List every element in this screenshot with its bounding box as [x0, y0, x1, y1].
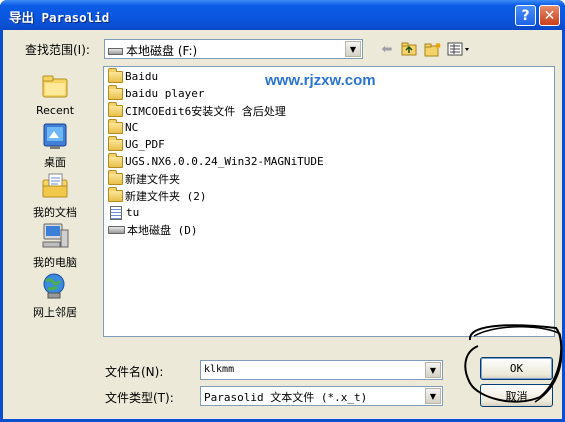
- title-bar[interactable]: 导出 Parasolid ? ✕: [0, 0, 565, 30]
- folder-icon: [108, 101, 123, 117]
- drive-icon: [108, 225, 125, 234]
- file-name: 新建文件夹: [125, 172, 180, 186]
- close-icon: ✕: [543, 7, 556, 24]
- up-folder-icon[interactable]: [399, 40, 419, 58]
- document-icon: [110, 205, 122, 220]
- place-network[interactable]: 网上邻居: [25, 272, 85, 320]
- file-name: tu: [126, 206, 140, 219]
- close-button[interactable]: ✕: [539, 5, 560, 26]
- lookin-value-row: 本地磁盘 (F:): [108, 42, 197, 59]
- place-my-documents[interactable]: 我的文档: [25, 172, 85, 220]
- dialog-body: 查找范围(I): 本地磁盘 (F:) ▼ ⬅ Recent 桌面 我的文档 我的…: [3, 30, 562, 419]
- filetype-label: 文件类型(T):: [105, 391, 174, 405]
- my-documents-icon: [40, 172, 70, 200]
- file-name: baidu player: [125, 87, 205, 100]
- folder-icon: [108, 152, 123, 168]
- place-label-desktop: 桌面: [44, 156, 66, 169]
- file-name: 新建文件夹 (2): [125, 189, 207, 203]
- place-desktop[interactable]: 桌面: [25, 122, 85, 170]
- file-name: Baidu: [125, 70, 159, 83]
- drive-icon: [108, 48, 123, 55]
- file-name: CIMCOEdit6安装文件 含后处理: [125, 104, 286, 118]
- window-title: 导出 Parasolid: [9, 10, 110, 25]
- filetype-dropdown[interactable]: Parasolid 文本文件 (*.x_t) ▼: [200, 386, 443, 406]
- ok-button[interactable]: OK: [480, 357, 553, 380]
- places-bar: Recent 桌面 我的文档 我的电脑 网上邻居: [25, 66, 85, 331]
- list-item[interactable]: UG_PDF: [108, 135, 165, 153]
- list-item[interactable]: tu: [108, 204, 139, 221]
- folder-icon: [108, 186, 123, 202]
- chevron-down-icon[interactable]: ▼: [425, 362, 441, 378]
- place-my-computer[interactable]: 我的电脑: [25, 222, 85, 270]
- lookin-value: 本地磁盘 (F:): [126, 44, 198, 58]
- place-recent[interactable]: Recent: [25, 72, 85, 117]
- folder-icon: [108, 169, 123, 185]
- cancel-button[interactable]: 取消: [480, 384, 553, 407]
- list-item[interactable]: 本地磁盘 (D): [108, 221, 198, 238]
- back-arrow-icon[interactable]: ⬅: [377, 40, 397, 58]
- folder-icon: [108, 118, 123, 134]
- filename-value[interactable]: klkmm: [204, 364, 234, 375]
- view-menu-icon[interactable]: [446, 40, 472, 58]
- new-folder-icon[interactable]: [423, 40, 443, 58]
- network-icon: [40, 272, 70, 300]
- chevron-down-icon[interactable]: ▼: [425, 388, 441, 404]
- filetype-value: Parasolid 文本文件 (*.x_t): [204, 391, 368, 404]
- folder-icon: [108, 67, 123, 83]
- my-computer-icon: [40, 222, 70, 250]
- file-name: UG_PDF: [125, 138, 165, 151]
- place-label-my-documents: 我的文档: [33, 206, 77, 219]
- file-name: UGS.NX6.0.0.24_Win32-MAGNiTUDE: [125, 155, 324, 168]
- recent-icon: [40, 72, 70, 100]
- help-icon: ?: [521, 7, 530, 24]
- filename-field[interactable]: klkmm ▼: [200, 360, 443, 380]
- folder-icon: [108, 135, 123, 151]
- list-item[interactable]: NC: [108, 118, 139, 136]
- help-button[interactable]: ?: [515, 5, 536, 26]
- lookin-dropdown[interactable]: 本地磁盘 (F:) ▼: [104, 39, 363, 59]
- file-name: NC: [125, 121, 139, 134]
- place-label-my-computer: 我的电脑: [33, 256, 77, 269]
- list-item[interactable]: Baidu: [108, 67, 159, 85]
- place-label-recent: Recent: [35, 104, 75, 117]
- desktop-icon: [40, 122, 70, 150]
- file-list[interactable]: Baidu baidu player CIMCOEdit6安装文件 含后处理 N…: [103, 66, 555, 337]
- filename-label: 文件名(N):: [105, 365, 164, 379]
- lookin-label: 查找范围(I):: [25, 43, 90, 57]
- file-name: 本地磁盘 (D): [127, 223, 198, 237]
- list-item[interactable]: 新建文件夹 (2): [108, 186, 207, 204]
- folder-icon: [108, 84, 123, 100]
- export-dialog: 导出 Parasolid ? ✕ 查找范围(I): 本地磁盘 (F:) ▼ ⬅: [0, 0, 565, 422]
- place-label-network: 网上邻居: [33, 306, 77, 319]
- list-item[interactable]: 新建文件夹: [108, 169, 180, 187]
- watermark: www.rjzxw.com: [265, 72, 376, 89]
- list-item[interactable]: baidu player: [108, 84, 205, 102]
- chevron-down-icon[interactable]: ▼: [345, 41, 361, 57]
- list-item[interactable]: CIMCOEdit6安装文件 含后处理: [108, 101, 286, 119]
- list-item[interactable]: UGS.NX6.0.0.24_Win32-MAGNiTUDE: [108, 152, 324, 170]
